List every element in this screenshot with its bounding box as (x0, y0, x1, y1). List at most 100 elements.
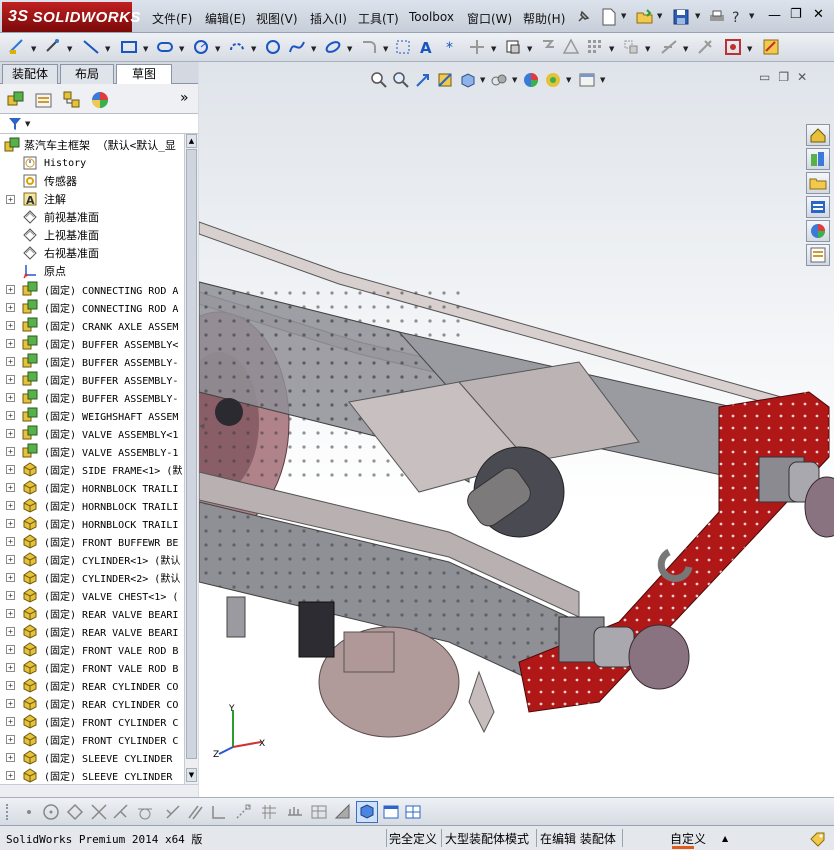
dropdown-icon[interactable]: ▼ (645, 45, 650, 53)
expand-toggle-icon[interactable]: + (6, 500, 15, 510)
tree-item[interactable]: + (固定) BUFFER ASSEMBLY- (0, 352, 184, 370)
parallel-icon[interactable] (186, 803, 204, 821)
quadrant-icon[interactable] (66, 803, 84, 821)
tree-item[interactable]: + (固定) REAR VALVE BEARI (0, 604, 184, 622)
solidworks-logo[interactable]: 3S SOLIDWORKS (2, 2, 140, 32)
menu-toolbox[interactable]: Toolbox (409, 10, 454, 24)
polygon-button[interactable] (262, 37, 284, 57)
sketch-tool-button[interactable] (6, 37, 28, 57)
move-entities-button[interactable] (620, 37, 642, 57)
quick-snaps-button[interactable] (722, 37, 744, 57)
tree-item[interactable]: 右视基准面 (0, 244, 184, 262)
feature-manager-icon[interactable] (6, 90, 26, 110)
dropdown-icon[interactable]: ▼ (143, 45, 148, 53)
tree-item[interactable]: + (固定) REAR VALVE BEARI (0, 622, 184, 640)
tree-item[interactable]: + (固定) SLEEVE CYLINDER (0, 748, 184, 766)
expand-toggle-icon[interactable]: + (6, 680, 15, 690)
tree-item[interactable]: + (固定) WEIGHSHAFT ASSEM (0, 406, 184, 424)
dropdown-icon[interactable]: ▼ (609, 45, 614, 53)
expand-toggle-icon[interactable]: + (6, 752, 15, 762)
expand-toggle-icon[interactable]: + (6, 770, 15, 780)
view-palette-tab[interactable] (806, 196, 830, 218)
scroll-up-arrow[interactable]: ▲ (186, 134, 197, 148)
rapid-sketch-button[interactable] (760, 37, 782, 57)
dropdown-icon[interactable]: ▼ (31, 45, 36, 53)
tag-icon[interactable] (808, 830, 826, 848)
expand-toggle-icon[interactable]: + (6, 644, 15, 654)
tree-item[interactable]: + (固定) SLEEVE CYLINDER (0, 766, 184, 784)
expand-toggle-icon[interactable]: + (6, 554, 15, 564)
mirror-button[interactable] (538, 37, 560, 57)
close-button[interactable]: ✕ (813, 7, 824, 22)
restore-button[interactable]: ❐ (790, 7, 802, 22)
expand-panel-arrows[interactable]: » (180, 90, 189, 106)
expand-toggle-icon[interactable]: + (6, 698, 15, 708)
configuration-manager-icon[interactable] (62, 90, 82, 110)
slot-button[interactable] (154, 37, 176, 57)
display-relations-button[interactable] (658, 37, 680, 57)
table-snap-icon[interactable] (310, 803, 328, 821)
arc-button[interactable] (226, 37, 248, 57)
expand-toggle-icon[interactable]: + (6, 410, 15, 420)
filter-dropdown-icon[interactable]: ▼ (25, 120, 30, 128)
tree-item[interactable]: + (固定) HORNBLOCK TRAILI (0, 514, 184, 532)
dropdown-icon[interactable]: ▼ (67, 45, 72, 53)
tree-item[interactable]: + (固定) CRANK AXLE ASSEM (0, 316, 184, 334)
two-view-icon[interactable] (404, 803, 422, 821)
expand-toggle-icon[interactable]: + (6, 338, 15, 348)
menu-edit[interactable]: 编辑(E) (205, 10, 246, 27)
file-explorer-tab[interactable] (806, 172, 830, 194)
angle-snap-icon[interactable] (334, 803, 352, 821)
dropdown-icon[interactable]: ▼ (251, 45, 256, 53)
property-manager-icon[interactable] (34, 90, 54, 110)
grid-snap-icon[interactable] (260, 803, 278, 821)
dropdown-icon[interactable]: ▼ (347, 45, 352, 53)
tree-item[interactable]: + (固定) FRONT CYLINDER C (0, 712, 184, 730)
status-units[interactable]: 自定义 (670, 830, 706, 847)
design-library-tab[interactable] (806, 148, 830, 170)
panel-splitter[interactable] (0, 784, 198, 797)
menu-tools[interactable]: 工具(T) (358, 10, 399, 27)
tab-assembly[interactable]: 装配体 (2, 64, 58, 84)
expand-toggle-icon[interactable]: + (6, 302, 15, 312)
tree-item[interactable]: 上视基准面 (0, 226, 184, 244)
tree-item[interactable]: + (固定) CYLINDER<1> (默认 (0, 550, 184, 568)
expand-toggle-icon[interactable]: + (6, 446, 15, 456)
expand-toggle-icon[interactable]: + (6, 194, 15, 204)
tangent-icon[interactable] (136, 803, 154, 821)
print-icon[interactable] (708, 8, 726, 26)
tree-item[interactable]: + A 注解 (0, 190, 184, 208)
trim-button[interactable] (466, 37, 488, 57)
minimize-button[interactable]: — (768, 8, 781, 23)
expand-toggle-icon[interactable]: + (6, 734, 15, 744)
tree-item[interactable]: + (固定) CONNECTING ROD A (0, 298, 184, 316)
custom-properties-tab[interactable] (806, 244, 830, 266)
scroll-thumb[interactable] (186, 149, 197, 759)
new-document-icon[interactable] (600, 8, 618, 26)
spline-button[interactable] (286, 37, 308, 57)
circle-button[interactable] (190, 37, 212, 57)
help-dropdown-icon[interactable]: ▼ (749, 12, 754, 20)
pin-icon[interactable] (574, 8, 592, 26)
expand-toggle-icon[interactable]: + (6, 626, 15, 636)
tab-layout[interactable]: 布局 (60, 64, 114, 84)
expand-toggle-icon[interactable]: + (6, 608, 15, 618)
expand-toggle-icon[interactable]: + (6, 572, 15, 582)
tree-item[interactable]: + (固定) FRONT VALE ROD B (0, 640, 184, 658)
fillet-button[interactable] (358, 37, 380, 57)
tree-item[interactable]: + (固定) CONNECTING ROD A (0, 280, 184, 298)
tree-item[interactable]: + (固定) REAR CYLINDER CO (0, 676, 184, 694)
steam-chassis-model[interactable] (199, 62, 834, 797)
save-icon[interactable] (672, 8, 690, 26)
new-dropdown-icon[interactable]: ▼ (621, 12, 626, 20)
tab-sketch[interactable]: 草图 (116, 64, 172, 85)
tree-item[interactable]: + (固定) FRONT VALE ROD B (0, 658, 184, 676)
tree-item[interactable]: + (固定) VALVE ASSEMBLY-1 (0, 442, 184, 460)
ellipse-button[interactable] (322, 37, 344, 57)
expand-toggle-icon[interactable]: + (6, 662, 15, 672)
dropdown-icon[interactable]: ▼ (311, 45, 316, 53)
tree-item[interactable]: + (固定) VALVE CHEST<1> ( (0, 586, 184, 604)
tree-item[interactable]: 原点 (0, 262, 184, 280)
center-point-icon[interactable] (42, 803, 60, 821)
menu-insert[interactable]: 插入(I) (310, 10, 347, 27)
